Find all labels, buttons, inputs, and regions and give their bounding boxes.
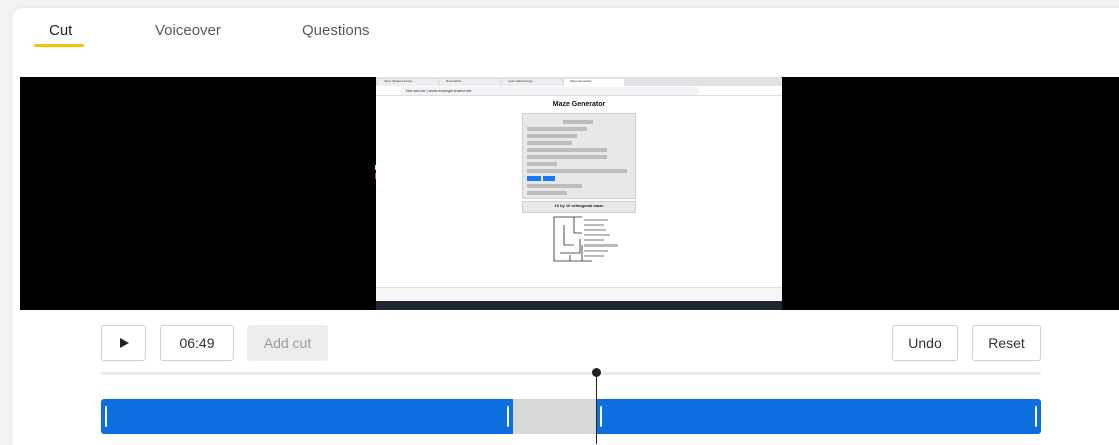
- form-row: [527, 148, 607, 152]
- tab-voiceover[interactable]: Voiceover: [155, 22, 221, 39]
- form-row: [527, 155, 607, 159]
- like-chip: [527, 176, 541, 181]
- download-bar: [376, 287, 782, 301]
- removed-segment[interactable]: [513, 399, 596, 434]
- form-row: [527, 162, 557, 166]
- reset-button[interactable]: Reset: [972, 325, 1041, 361]
- active-tab-indicator: [34, 44, 84, 47]
- form-row: [527, 134, 577, 138]
- playhead-line: [596, 376, 597, 444]
- form-row: [527, 141, 572, 145]
- kept-segment[interactable]: [101, 399, 513, 434]
- form-row: [563, 120, 593, 124]
- maze-page-title: Maze Generator: [552, 101, 606, 108]
- segment-start-handle[interactable]: [105, 406, 107, 427]
- add-cut-button[interactable]: Add cut: [247, 325, 328, 361]
- browser-tab-active: Maze Generator: [564, 79, 624, 86]
- current-time-display: 06:49: [160, 325, 234, 361]
- kept-segment[interactable]: [596, 399, 1041, 434]
- scrub-track[interactable]: [101, 372, 1041, 375]
- form-row: [527, 169, 627, 173]
- maze-preview-image: [553, 216, 618, 262]
- browser-address-row: Not secure | www.mazegenerator.net: [376, 86, 782, 96]
- segment-start-handle[interactable]: [600, 406, 602, 427]
- undo-button[interactable]: Undo: [892, 325, 958, 361]
- browser-tab-strip: Inbox (Shared Inbox) ... Docs Editor ...…: [376, 77, 782, 86]
- play-icon: [119, 338, 129, 348]
- maze-options-form: [522, 113, 636, 199]
- recorded-screen: Inbox (Shared Inbox) ... Docs Editor ...…: [376, 77, 782, 310]
- cut-controls: 06:49 Add cut Undo Reset: [12, 310, 1119, 445]
- browser-tab: Inbox (Shared Inbox) ...: [378, 79, 438, 86]
- browser-tab: Learn Web Design ...: [502, 79, 562, 86]
- video-preview[interactable]: Inbox (Shared Inbox) ... Docs Editor ...…: [20, 77, 1119, 310]
- maze-result-header: 10 by 10 orthogonal maze: [522, 201, 636, 213]
- play-button[interactable]: [101, 325, 146, 361]
- share-chip: [543, 176, 555, 181]
- browser-tab: Docs Editor ...: [440, 79, 500, 86]
- tab-bar: Cut Voiceover Questions: [12, 8, 1119, 68]
- os-taskbar: [376, 301, 782, 310]
- maze-result-title: 10 by 10 orthogonal maze: [554, 203, 604, 208]
- form-row: [527, 127, 587, 131]
- tab-cut[interactable]: Cut: [49, 22, 72, 39]
- form-row: [527, 191, 567, 195]
- form-row: [527, 184, 582, 188]
- segment-end-handle[interactable]: [1035, 406, 1037, 427]
- address-bar: Not secure | www.mazegenerator.net: [400, 87, 700, 95]
- playhead-handle[interactable]: [592, 368, 601, 377]
- editor-card: Cut Voiceover Questions Inbox (Shared In…: [12, 8, 1119, 445]
- segment-end-handle[interactable]: [507, 406, 509, 427]
- tab-questions[interactable]: Questions: [302, 22, 370, 39]
